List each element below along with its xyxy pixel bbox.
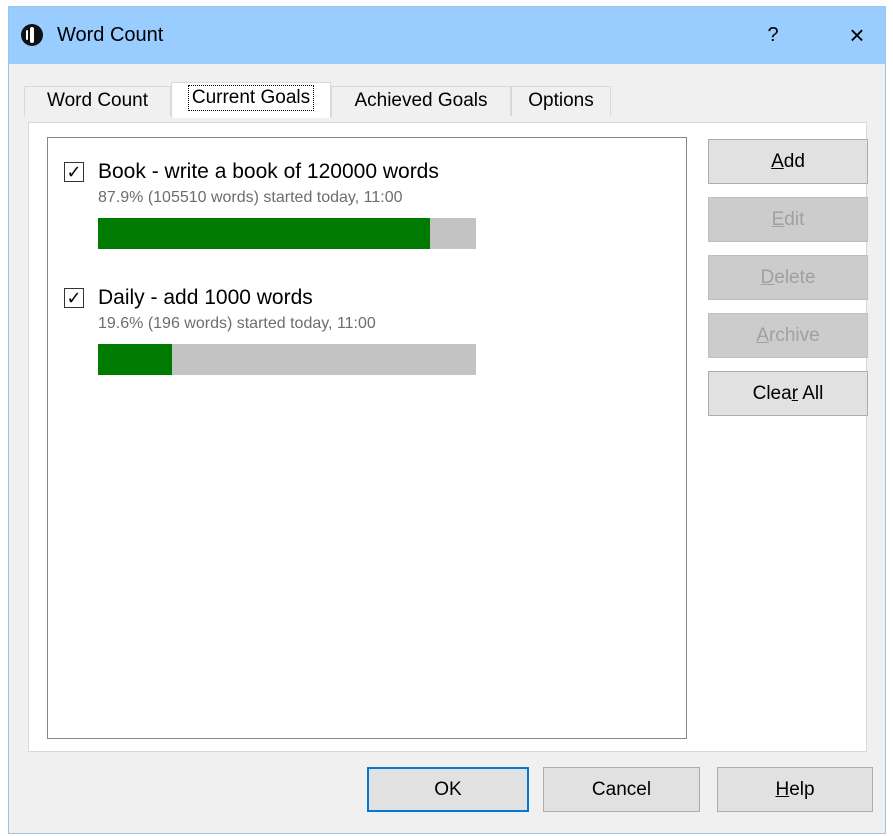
goal-checkbox[interactable]: ✓ xyxy=(64,162,84,182)
close-icon[interactable]: × xyxy=(835,15,879,55)
help-button[interactable]: Help xyxy=(717,767,873,812)
archive-label-mnemonic: A xyxy=(756,325,769,346)
add-label-mnemonic: A xyxy=(771,151,784,172)
archive-button[interactable]: Archive xyxy=(708,313,868,358)
title-bar[interactable]: Word Count ? × xyxy=(9,7,885,64)
edit-label-post: dit xyxy=(784,209,805,230)
add-button[interactable]: Add xyxy=(708,139,868,184)
goal-status: 19.6% (196 words) started today, 11:00 xyxy=(98,315,376,332)
archive-label-post: rchive xyxy=(769,325,820,346)
goal-title: Daily - add 1000 words xyxy=(98,286,313,309)
tab-current-goals[interactable]: Current Goals xyxy=(171,82,331,118)
help-label-post: elp xyxy=(789,779,815,800)
goals-list[interactable]: ✓ Book - write a book of 120000 words 87… xyxy=(47,137,687,739)
tab-word-count[interactable]: Word Count xyxy=(24,86,171,116)
cancel-label: Cancel xyxy=(591,779,652,800)
goal-progress-fill xyxy=(98,344,173,375)
delete-button[interactable]: Delete xyxy=(708,255,868,300)
ok-label: OK xyxy=(434,779,462,800)
app-info-icon xyxy=(21,24,43,46)
clear-all-label-pre: Clea xyxy=(752,383,792,404)
tab-label: Options xyxy=(528,90,594,111)
clear-all-button[interactable]: Clear All xyxy=(708,371,868,416)
edit-button[interactable]: Edit xyxy=(708,197,868,242)
ok-button[interactable]: OK xyxy=(367,767,529,812)
goal-title: Book - write a book of 120000 words xyxy=(98,160,439,183)
goal-progress-fill xyxy=(98,218,431,249)
delete-label-post: elete xyxy=(774,267,816,288)
goal-checkbox[interactable]: ✓ xyxy=(64,288,84,308)
tab-achieved-goals[interactable]: Achieved Goals xyxy=(331,86,511,116)
goal-status: 87.9% (105510 words) started today, 11:0… xyxy=(98,189,403,206)
edit-label-mnemonic: E xyxy=(771,209,785,230)
help-icon[interactable]: ? xyxy=(751,15,795,55)
help-label-mnemonic: H xyxy=(775,779,790,800)
window-title: Word Count xyxy=(57,24,164,46)
checkmark-icon: ✓ xyxy=(66,162,82,182)
tab-label: Current Goals xyxy=(187,85,315,111)
tab-panel-current-goals: ✓ Book - write a book of 120000 words 87… xyxy=(28,122,868,752)
tab-label: Word Count xyxy=(46,90,149,111)
goal-progress-bar xyxy=(98,218,476,249)
cancel-button[interactable]: Cancel xyxy=(543,767,700,812)
delete-label-mnemonic: D xyxy=(760,267,775,288)
tab-options[interactable]: Options xyxy=(511,86,611,116)
checkmark-icon: ✓ xyxy=(66,288,82,308)
goal-progress-bar xyxy=(98,344,476,375)
add-label-post: dd xyxy=(783,151,805,172)
tab-label: Achieved Goals xyxy=(354,90,488,111)
clear-all-label-post: All xyxy=(798,383,824,404)
